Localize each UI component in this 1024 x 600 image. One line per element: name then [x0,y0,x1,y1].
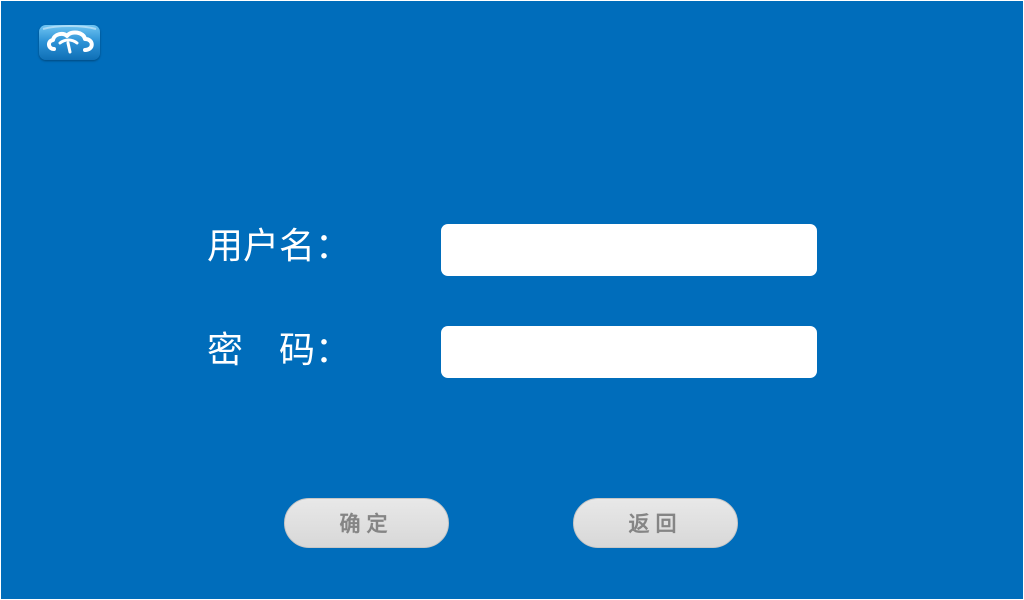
back-button[interactable]: 返回 [573,498,738,548]
password-label: 密 码： [207,330,352,371]
username-input[interactable] [441,224,817,276]
password-input[interactable] [441,326,817,378]
confirm-button[interactable]: 确定 [284,498,449,548]
cloud-logo-graphic [42,25,97,54]
cloud-icon [39,25,100,60]
login-screen: 用户名： 密 码： 确定 返回 [1,1,1023,599]
username-label: 用户名： [207,226,352,267]
